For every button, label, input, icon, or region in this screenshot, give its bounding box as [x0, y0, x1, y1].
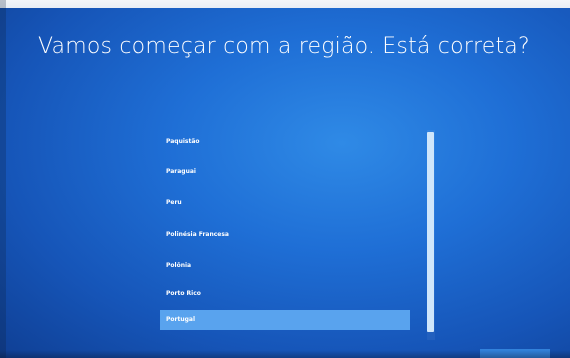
window-top-edge: [0, 0, 570, 8]
region-list-item[interactable]: Paraguai: [160, 162, 410, 182]
list-scrollbar[interactable]: [427, 130, 435, 340]
region-list-item[interactable]: Polinésia Francesa: [160, 225, 410, 245]
region-list-item-selected[interactable]: Portugal: [160, 310, 410, 330]
region-list-item[interactable]: Peru: [160, 193, 410, 213]
region-list[interactable]: Paquistão Paraguai Peru Polinésia France…: [160, 132, 410, 340]
scrollbar-thumb[interactable]: [427, 132, 434, 332]
region-list-item[interactable]: Polônia: [160, 256, 410, 276]
screen-left-edge: [0, 0, 6, 358]
region-list-item[interactable]: Porto Rico: [160, 284, 410, 304]
region-list-item[interactable]: Paquistão: [160, 132, 410, 152]
bottom-shade: [0, 350, 570, 358]
page-title: Vamos começar com a região. Está correta…: [38, 34, 530, 59]
